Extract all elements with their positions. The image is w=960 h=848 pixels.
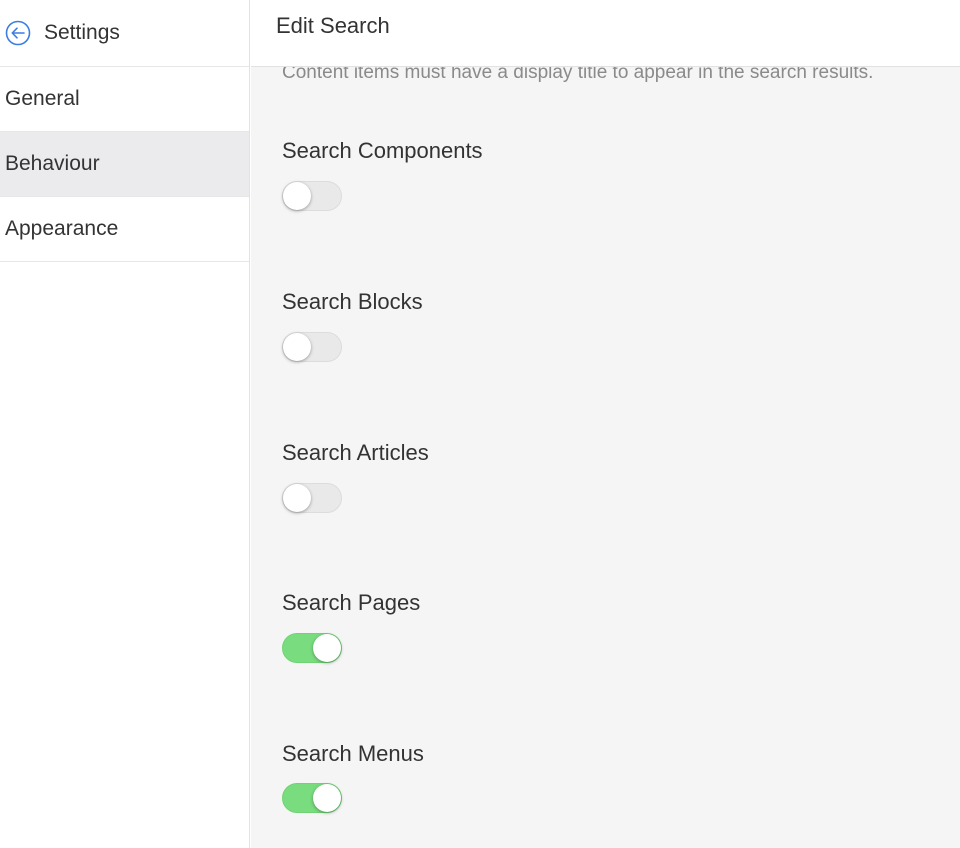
toggle-search-menus[interactable] — [282, 783, 342, 813]
setting-label-search-menus: Search Menus — [282, 741, 424, 766]
back-button[interactable]: Settings — [0, 0, 120, 66]
header: Edit Search — [251, 0, 960, 67]
page-title: Edit Search — [276, 13, 390, 38]
sidebar-item-general[interactable]: General — [0, 67, 249, 132]
sidebar-item-behaviour[interactable]: Behaviour — [0, 132, 249, 197]
toggle-knob — [283, 333, 311, 361]
toggle-knob — [283, 484, 311, 512]
sidebar-item-label: General — [5, 87, 80, 110]
settings-list: Content items must have a display title … — [282, 0, 960, 848]
setting-label-search-blocks: Search Blocks — [282, 289, 423, 314]
arrow-left-circle-icon — [5, 20, 31, 46]
sidebar: Settings General Behaviour Appearance — [0, 0, 250, 848]
setting-label-search-components: Search Components — [282, 138, 483, 163]
sidebar-title: Settings — [44, 21, 120, 44]
sidebar-item-label: Behaviour — [5, 152, 100, 175]
app-window: Settings General Behaviour Appearance Ed… — [0, 0, 960, 848]
toggle-knob — [313, 634, 341, 662]
toggle-search-pages[interactable] — [282, 633, 342, 663]
sidebar-header: Settings — [0, 0, 249, 67]
toggle-knob — [313, 784, 341, 812]
sidebar-item-appearance[interactable]: Appearance — [0, 197, 249, 262]
sidebar-item-label: Appearance — [5, 217, 119, 240]
setting-label-search-pages: Search Pages — [282, 590, 421, 615]
toggle-search-components[interactable] — [282, 181, 342, 211]
toggle-search-blocks[interactable] — [282, 332, 342, 362]
setting-label-search-articles: Search Articles — [282, 440, 429, 465]
main-panel: Edit Search Content items must have a di… — [251, 0, 960, 848]
toggle-search-articles[interactable] — [282, 483, 342, 513]
toggle-knob — [283, 182, 311, 210]
